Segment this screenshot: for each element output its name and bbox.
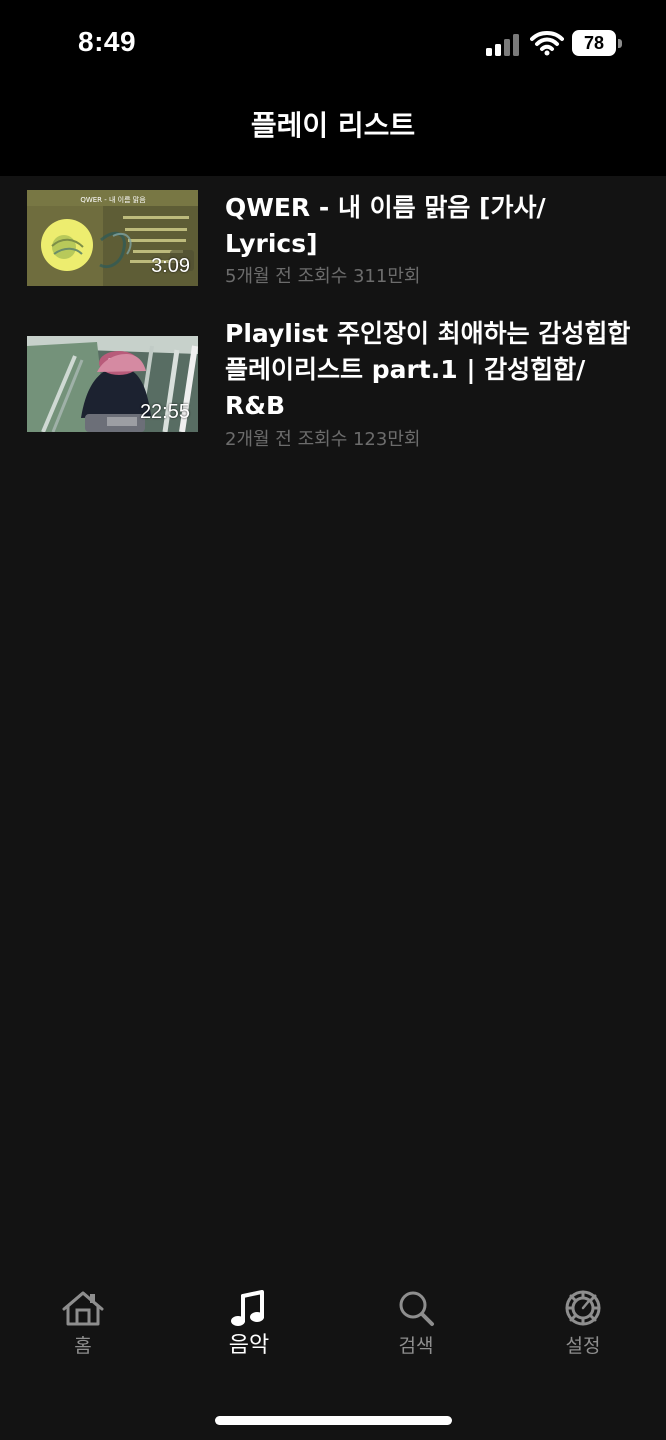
- status-bar: 8:49 78: [0, 0, 666, 88]
- wifi-icon: [530, 31, 564, 56]
- video-thumbnail[interactable]: 22:55: [27, 336, 198, 432]
- gear-icon: [565, 1290, 601, 1326]
- video-thumbnail[interactable]: QWER - 내 이름 맑음 3:09: [27, 190, 198, 286]
- battery-icon: 78: [572, 30, 624, 58]
- tab-home[interactable]: 홈: [23, 1288, 143, 1382]
- video-duration: 3:09: [151, 255, 190, 277]
- video-title[interactable]: QWER - 내 이름 맑음 [가사/ Lyrics]: [225, 190, 645, 262]
- title-bar: 플레이 리스트: [0, 88, 666, 176]
- music-note-icon: [231, 1290, 264, 1326]
- home-icon: [62, 1291, 104, 1326]
- tab-label: 검색: [398, 1335, 434, 1357]
- tab-search[interactable]: 검색: [356, 1288, 476, 1382]
- tab-music[interactable]: 음악: [189, 1288, 309, 1382]
- page-title: 플레이 리스트: [250, 109, 416, 142]
- battery-tip: [618, 39, 622, 48]
- video-meta: 2개월 전 조회수 123만회: [225, 429, 421, 450]
- status-time: 8:49: [78, 26, 137, 57]
- thumbnail-caption: QWER - 내 이름 맑음: [80, 195, 146, 204]
- video-meta: 5개월 전 조회수 311만회: [225, 266, 421, 287]
- signal-icon: [486, 32, 522, 56]
- tab-label: 홈: [74, 1335, 92, 1357]
- tab-label: 음악: [228, 1333, 270, 1358]
- tab-settings[interactable]: 설정: [523, 1288, 643, 1382]
- video-duration: 22:55: [139, 401, 190, 423]
- search-icon: [399, 1291, 434, 1326]
- video-title[interactable]: Playlist 주인장이 최애하는 감성힙합 플레이리스트 part.1 | …: [225, 316, 645, 424]
- battery-level: 78: [583, 33, 605, 53]
- home-indicator[interactable]: [215, 1416, 452, 1425]
- tab-label: 설정: [565, 1335, 601, 1357]
